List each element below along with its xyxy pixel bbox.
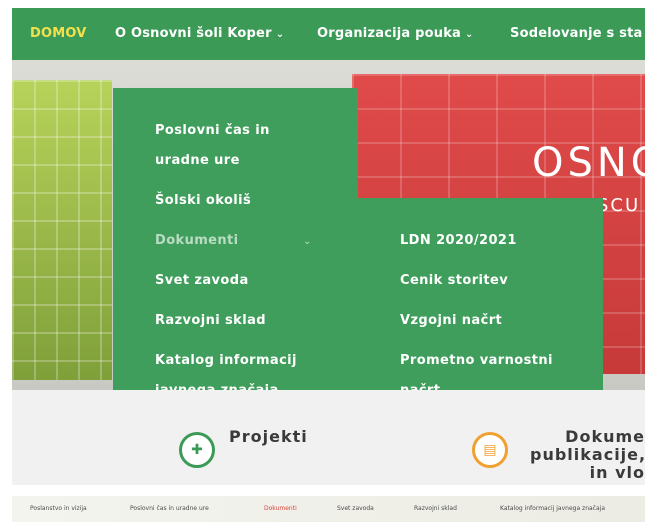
- nav-home[interactable]: DOMOV: [30, 26, 87, 41]
- footer-link-mission[interactable]: Poslanstvo in vizija: [30, 505, 87, 512]
- building-facade-green: [12, 80, 112, 380]
- nav-home-label: DOMOV: [30, 26, 87, 41]
- nav-about-school[interactable]: O Osnovni šoli Koper ⌄: [115, 26, 284, 41]
- menu-item-business-hours-label-line2: uradne ure: [155, 153, 240, 168]
- card-title-projects[interactable]: Projekti: [229, 428, 308, 446]
- menu-item-council[interactable]: Svet zavoda: [155, 266, 249, 296]
- menu-item-documents-label: Dokumenti: [155, 233, 239, 248]
- submenu-item-price-list[interactable]: Cenik storitev: [400, 266, 508, 296]
- footer-link-catalog[interactable]: Katalog informacij javnega značaja: [500, 505, 605, 512]
- hero-subtitle: SCU: [597, 195, 641, 216]
- dropdown-menu-primary: Poslovni čas in uradne ure Šolski okoliš…: [113, 88, 358, 428]
- submenu-item-education-plan-label: Vzgojni načrt: [400, 313, 503, 328]
- menu-item-council-label: Svet zavoda: [155, 273, 249, 288]
- card-title-documents-line1: Dokume: [565, 427, 645, 446]
- menu-item-catalog[interactable]: Katalog informacij: [155, 346, 297, 376]
- page-frame: DOMOV O Osnovni šoli Koper ⌄ Organizacija…: [12, 8, 645, 525]
- footer-link-council[interactable]: Svet zavoda: [337, 505, 374, 512]
- nav-organization[interactable]: Organizacija pouka ⌄: [317, 26, 474, 41]
- nav-about-school-label: O Osnovni šoli Koper: [115, 26, 272, 41]
- main-navigation: DOMOV O Osnovni šoli Koper ⌄ Organizacija…: [12, 8, 645, 60]
- nav-organization-label: Organizacija pouka: [317, 26, 462, 41]
- card-title-documents-line2: publikacije,: [530, 445, 645, 464]
- menu-item-documents[interactable]: Dokumenti: [155, 226, 239, 256]
- footer-link-development-fund[interactable]: Razvojni sklad: [414, 505, 457, 512]
- nav-cooperation[interactable]: Sodelovanje s sta: [510, 26, 643, 41]
- puzzle-icon[interactable]: ✚: [179, 432, 215, 468]
- chevron-down-icon: ⌄: [465, 29, 474, 40]
- menu-item-development-fund-label: Razvojni sklad: [155, 313, 266, 328]
- menu-item-school-district-label: Šolski okoliš: [155, 193, 252, 208]
- nav-cooperation-label: Sodelovanje s sta: [510, 26, 643, 41]
- menu-item-business-hours-label-line1: Poslovni čas in: [155, 123, 270, 138]
- menu-item-catalog-label-line1: Katalog informacij: [155, 353, 297, 368]
- submenu-item-ldn[interactable]: LDN 2020/2021: [400, 226, 517, 256]
- footer-link-strip: Poslanstvo in vizija Poslovni čas in ura…: [12, 496, 645, 522]
- footer-link-business-hours[interactable]: Poslovni čas in uradne ure: [130, 505, 209, 512]
- menu-item-school-district[interactable]: Šolski okoliš: [155, 186, 251, 216]
- menu-item-business-hours[interactable]: Poslovni čas in: [155, 116, 270, 146]
- hero-title: OSNO: [532, 140, 645, 186]
- submenu-item-traffic-plan[interactable]: Prometno varnostni: [400, 346, 553, 376]
- submenu-item-education-plan[interactable]: Vzgojni načrt: [400, 306, 502, 336]
- submenu-item-traffic-plan-label-line1: Prometno varnostni: [400, 353, 553, 368]
- card-title-documents-line3: in vlo: [589, 463, 645, 482]
- chevron-down-icon: ⌄: [275, 29, 285, 40]
- document-icon[interactable]: ▤: [472, 432, 508, 468]
- submenu-item-ldn-label: LDN 2020/2021: [400, 233, 517, 248]
- menu-item-business-hours-line2[interactable]: uradne ure: [155, 146, 240, 176]
- footer-link-documents[interactable]: Dokumenti: [264, 505, 297, 512]
- chevron-down-icon: ⌄: [303, 236, 312, 247]
- card-title-documents[interactable]: Dokume publikacije, in vlo: [530, 428, 645, 482]
- feature-cards: ✚ Projekti ▤ Dokume publikacije, in vlo: [12, 390, 645, 485]
- submenu-item-price-list-label: Cenik storitev: [400, 273, 509, 288]
- menu-item-development-fund[interactable]: Razvojni sklad: [155, 306, 266, 336]
